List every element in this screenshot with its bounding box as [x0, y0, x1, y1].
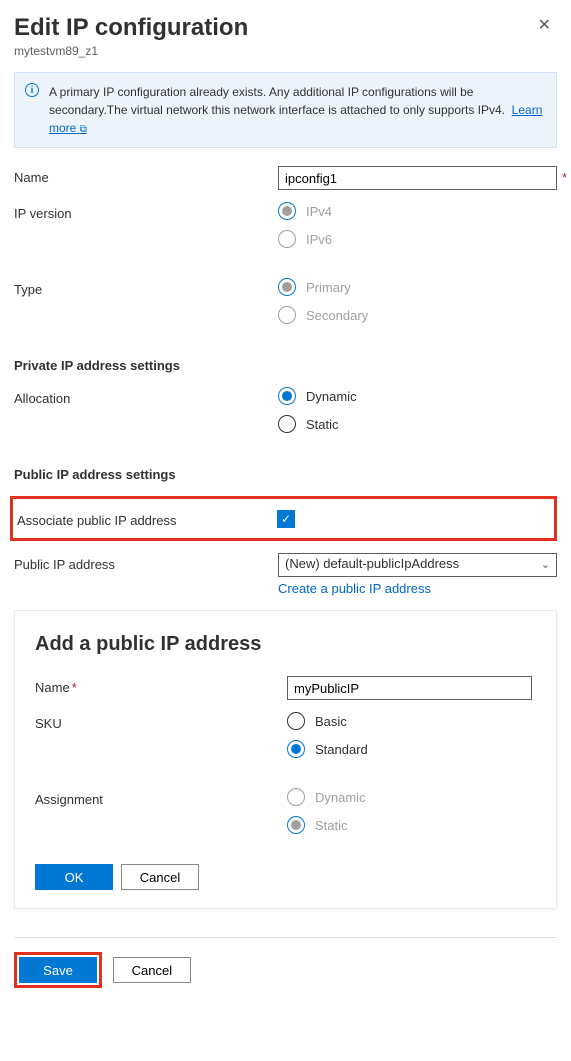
sku-standard-radio[interactable]: [287, 740, 305, 758]
type-label: Type: [14, 278, 278, 297]
public-ip-value: (New) default-publicIpAddress: [285, 556, 459, 571]
assign-dynamic-radio: [287, 788, 305, 806]
ipversion-label: IP version: [14, 202, 278, 221]
info-banner: i A primary IP configuration already exi…: [14, 72, 557, 148]
ipv4-label: IPv4: [306, 204, 332, 219]
alloc-dynamic-radio[interactable]: [278, 387, 296, 405]
public-ip-label: Public IP address: [14, 553, 278, 572]
close-icon[interactable]: ✕: [532, 14, 557, 38]
name-label: Name: [14, 166, 278, 185]
type-primary-label: Primary: [306, 280, 351, 295]
type-secondary-label: Secondary: [306, 308, 368, 323]
alloc-static-label: Static: [306, 417, 339, 432]
name-input[interactable]: [278, 166, 557, 190]
alloc-static-radio[interactable]: [278, 415, 296, 433]
save-button[interactable]: Save: [19, 957, 97, 983]
ipv4-radio: [278, 202, 296, 220]
sku-standard-label: Standard: [315, 742, 368, 757]
public-section-header: Public IP address settings: [14, 467, 557, 482]
add-name-label: Name*: [35, 676, 287, 695]
add-panel-title: Add a public IP address: [35, 633, 536, 656]
assign-dynamic-label: Dynamic: [315, 790, 366, 805]
info-icon: i: [25, 83, 39, 97]
associate-label: Associate public IP address: [13, 509, 277, 528]
sku-basic-label: Basic: [315, 714, 347, 729]
create-public-ip-link[interactable]: Create a public IP address: [278, 581, 431, 596]
panel-cancel-button[interactable]: Cancel: [121, 864, 199, 890]
external-link-icon: ⧉: [80, 124, 87, 135]
assign-static-radio: [287, 816, 305, 834]
public-ip-dropdown[interactable]: (New) default-publicIpAddress ⌄: [278, 553, 557, 577]
add-public-ip-panel: Add a public IP address Name* SKU Basic …: [14, 610, 557, 909]
allocation-label: Allocation: [14, 387, 278, 406]
assignment-label: Assignment: [35, 788, 287, 807]
type-primary-radio: [278, 278, 296, 296]
type-secondary-radio: [278, 306, 296, 324]
page-title: Edit IP configuration: [14, 14, 248, 42]
private-section-header: Private IP address settings: [14, 358, 557, 373]
sku-basic-radio[interactable]: [287, 712, 305, 730]
add-name-input[interactable]: [287, 676, 532, 700]
ok-button[interactable]: OK: [35, 864, 113, 890]
save-highlight: Save: [14, 952, 102, 988]
assign-static-label: Static: [315, 818, 348, 833]
cancel-button[interactable]: Cancel: [113, 957, 191, 983]
ipv6-label: IPv6: [306, 232, 332, 247]
info-text: A primary IP configuration already exist…: [49, 85, 505, 117]
sku-label: SKU: [35, 712, 287, 731]
associate-checkbox[interactable]: ✓: [277, 510, 295, 528]
ipv6-radio: [278, 230, 296, 248]
associate-highlight: Associate public IP address ✓: [10, 496, 557, 541]
chevron-down-icon: ⌄: [541, 558, 550, 571]
alloc-dynamic-label: Dynamic: [306, 389, 357, 404]
page-subtitle: mytestvm89_z1: [14, 44, 248, 58]
